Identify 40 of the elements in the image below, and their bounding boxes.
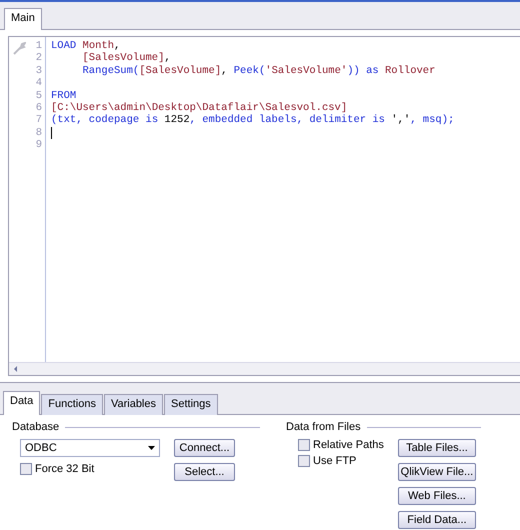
database-dropdown[interactable]: ODBC	[20, 439, 160, 457]
group-title: Database	[12, 421, 60, 433]
left-arrow-icon[interactable]	[12, 365, 20, 373]
checkbox-label: Relative Paths	[313, 439, 384, 451]
editor-tab[interactable]: Main	[4, 8, 42, 32]
checkbox-label: Force 32 Bit	[35, 463, 94, 475]
line-number: 1	[36, 40, 42, 52]
code-line: [C:\Users\admin\Desktop\Dataflair\Salesvol.csv]	[51, 102, 348, 114]
caret-icon	[148, 446, 155, 450]
line-number: 6	[36, 102, 42, 114]
checkbox[interactable]	[20, 463, 32, 475]
line-number: 7	[36, 114, 42, 127]
wrench-icon	[12, 42, 26, 56]
panel-tab[interactable]: Settings	[164, 394, 218, 415]
file-button[interactable]: Web Files...	[398, 487, 476, 505]
line-number: 9	[36, 139, 42, 152]
line-number: 3	[36, 64, 42, 78]
line-number: 5	[36, 90, 42, 102]
database-button[interactable]: Select...	[174, 463, 235, 481]
line-number: 2	[36, 52, 42, 65]
code-line: (txt, codepage is 1252, embedded labels, delimiter is ',', msq);	[51, 114, 454, 127]
line-number: 8	[36, 126, 42, 140]
file-button[interactable]: Table Files...	[398, 439, 476, 457]
group-title: Data from Files	[286, 421, 361, 433]
script-editor[interactable]	[8, 36, 520, 376]
checkbox[interactable]	[298, 455, 310, 467]
checkbox[interactable]	[298, 439, 310, 451]
panel-tab[interactable]: Data	[3, 391, 40, 415]
code-line: [SalesVolume],	[82, 52, 171, 65]
database-button[interactable]: Connect...	[174, 439, 235, 457]
code-line: LOAD Month,	[51, 40, 120, 52]
file-button[interactable]: QlikView File...	[398, 463, 476, 481]
horizontal-scrollbar[interactable]	[9, 362, 520, 375]
panel-tab[interactable]: Variables	[104, 394, 163, 415]
panel-tab[interactable]: Functions	[41, 394, 103, 415]
checkbox-label: Use FTP	[313, 455, 356, 467]
file-button[interactable]: Field Data...	[398, 511, 476, 529]
line-number: 4	[36, 77, 42, 90]
code-line: FROM	[51, 90, 76, 102]
code-line: RangeSum([SalesVolume], Peek('SalesVolume')) as Rollover	[82, 64, 436, 78]
